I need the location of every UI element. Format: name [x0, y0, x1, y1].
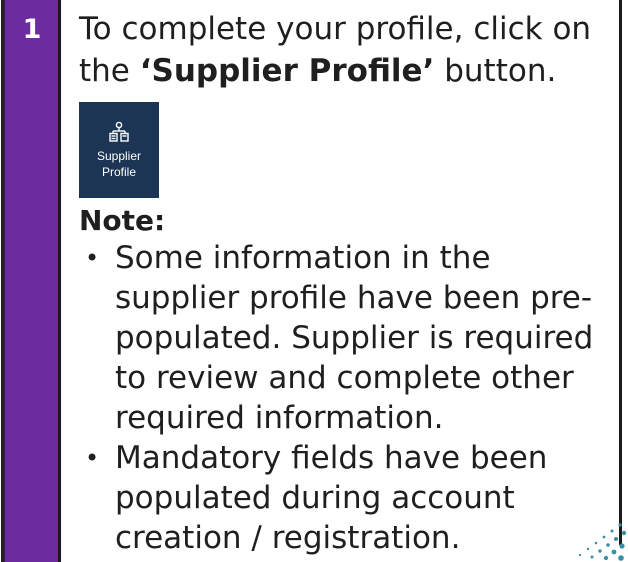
supplier-profile-button[interactable]: Supplier Profile [79, 102, 159, 198]
bullet-icon: • [85, 444, 100, 472]
intro-button-name: ‘Supplier Profile’ [139, 53, 435, 89]
note-item: • Mandatory fields have been populated du… [79, 438, 609, 558]
step-number: 1 [22, 14, 42, 45]
org-chart-icon [109, 121, 129, 142]
column-divider [58, 0, 61, 562]
right-border-line [619, 0, 622, 545]
intro-text: To complete your profile, click on the ‘… [79, 8, 609, 92]
decorative-dots-icon [578, 523, 627, 561]
note-item: • Some information in the supplier profil… [79, 238, 609, 438]
note-list: • Some information in the supplier profil… [79, 238, 609, 558]
note-item-text: Mandatory fields have been populated dur… [115, 440, 548, 556]
note-title: Note: [79, 204, 166, 237]
note-item-text: Some information in the supplier profile… [115, 240, 594, 436]
intro-suffix: button. [434, 53, 557, 89]
instruction-content: To complete your profile, click on the ‘… [79, 8, 609, 558]
bullet-icon: • [85, 244, 100, 272]
supplier-button-line2: Profile [101, 164, 136, 179]
step-column: 1 [4, 0, 59, 562]
supplier-button-line1: Supplier [96, 148, 142, 163]
